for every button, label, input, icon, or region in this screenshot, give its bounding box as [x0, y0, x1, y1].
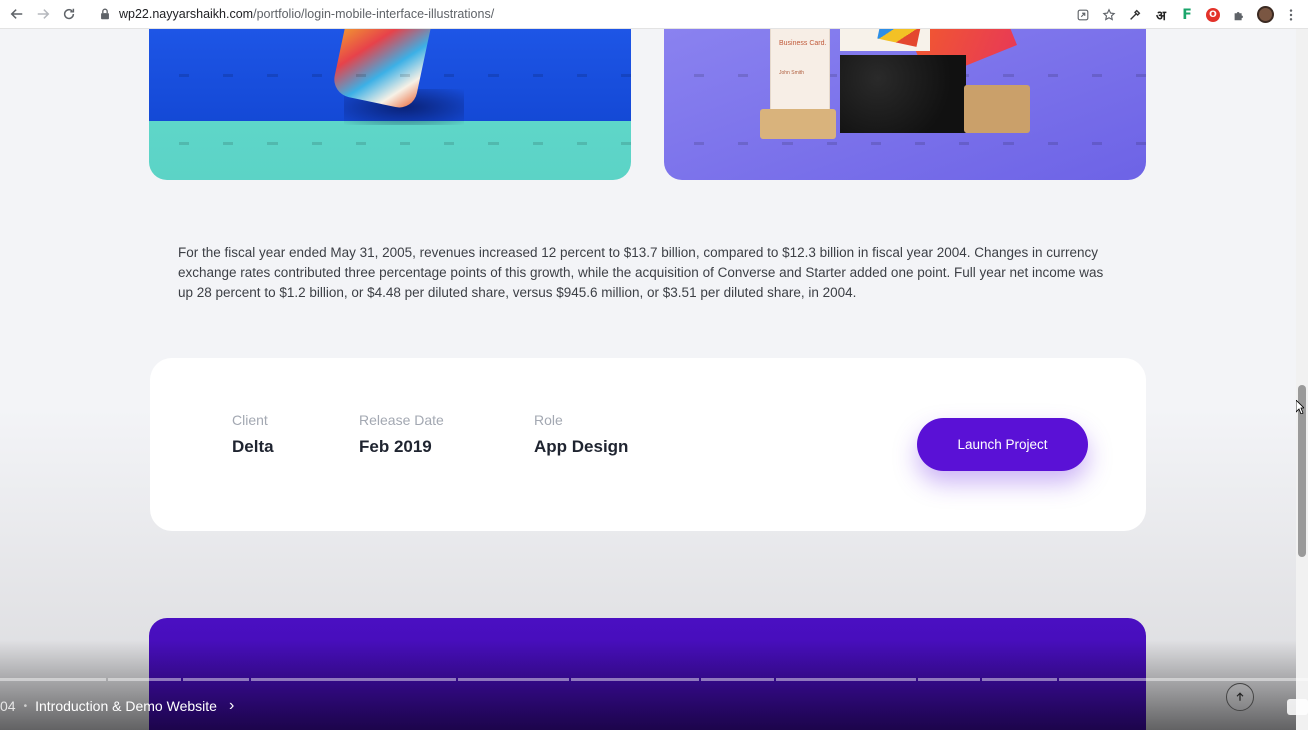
release-date-label: Release Date	[359, 412, 444, 428]
back-icon[interactable]	[4, 1, 30, 27]
business-card-illustration: Business Card. John Smith	[770, 29, 830, 121]
lock-icon	[101, 8, 109, 20]
arrow-up-icon	[1236, 692, 1244, 701]
page-content: Business Card. John Smith For the fiscal…	[0, 29, 1296, 730]
opera-extension-icon[interactable]: O	[1202, 4, 1224, 26]
wood-stand-illustration	[760, 109, 836, 139]
client-info: Client Delta	[232, 412, 274, 457]
release-date-info: Release Date Feb 2019	[359, 412, 444, 457]
browser-toolbar: wp22.nayyarshaikh.com/portfolio/login-mo…	[0, 0, 1308, 29]
page-scrollbar[interactable]	[1296, 29, 1308, 730]
video-player-overlay	[0, 640, 1296, 730]
role-value: App Design	[534, 437, 629, 456]
business-card-name: John Smith	[779, 70, 805, 76]
launch-project-button[interactable]: Launch Project	[917, 418, 1088, 471]
scroll-to-top-button[interactable]	[1226, 683, 1254, 711]
green-extension-icon[interactable]: F	[1176, 4, 1198, 26]
client-label: Client	[232, 412, 268, 428]
decor-dashes	[149, 74, 631, 77]
forward-icon[interactable]	[30, 1, 56, 27]
eyedropper-icon[interactable]	[1124, 4, 1146, 26]
client-value: Delta	[232, 437, 274, 456]
business-card-title: Business Card.	[779, 40, 827, 47]
chapter-title: Introduction & Demo Website	[35, 698, 217, 714]
decor-dashes	[149, 142, 631, 145]
share-icon[interactable]	[1072, 4, 1094, 26]
chapter-separator: •	[23, 700, 28, 712]
url-text: wp22.nayyarshaikh.com/portfolio/login-mo…	[119, 7, 495, 21]
reload-icon[interactable]	[56, 1, 82, 27]
profile-avatar[interactable]	[1254, 4, 1276, 26]
wood-block-illustration	[964, 85, 1030, 133]
role-info: Role App Design	[534, 412, 628, 457]
address-bar[interactable]: wp22.nayyarshaikh.com/portfolio/login-mo…	[88, 2, 1118, 26]
business-card-mockup-image[interactable]: Business Card. John Smith	[664, 29, 1146, 180]
video-chapter-label[interactable]: 04 • Introduction & Demo Website ›	[0, 696, 234, 716]
bookmark-star-icon[interactable]	[1098, 4, 1120, 26]
mouse-cursor-icon	[1296, 400, 1304, 414]
stone-block-illustration	[840, 55, 966, 133]
puzzle-icon[interactable]	[1228, 4, 1250, 26]
chevron-right-icon: ›	[228, 697, 235, 714]
role-label: Role	[534, 412, 563, 428]
decor-dashes	[664, 142, 1146, 145]
hindi-extension-icon[interactable]: अ	[1150, 4, 1172, 26]
menu-kebab-icon[interactable]	[1280, 4, 1302, 26]
chapter-time: 04	[0, 698, 16, 714]
project-info-card: Client Delta Release Date Feb 2019 Role …	[150, 358, 1146, 531]
project-description: For the fiscal year ended May 31, 2005, …	[178, 245, 1104, 300]
release-date-value: Feb 2019	[359, 437, 432, 456]
video-progress-bar[interactable]	[0, 678, 1308, 681]
captions-icon[interactable]	[1287, 699, 1308, 715]
coffee-mockup-image[interactable]	[149, 29, 631, 180]
